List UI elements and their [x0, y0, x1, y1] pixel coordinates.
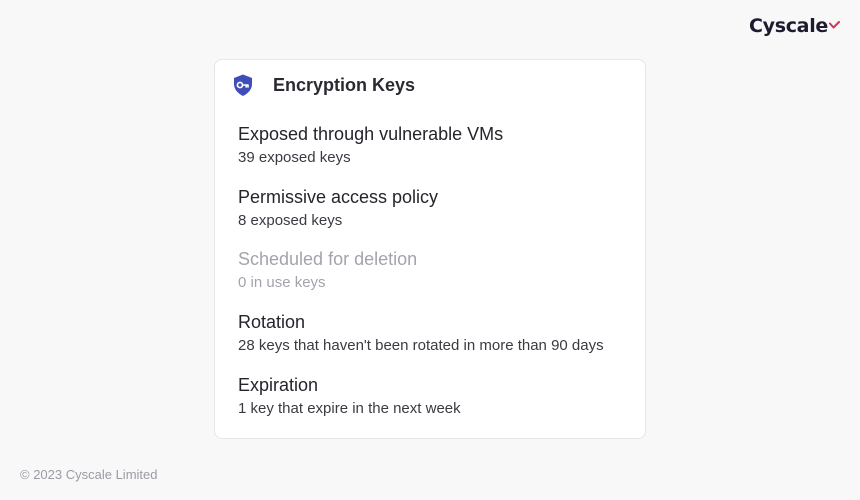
list-item-permissive-policy[interactable]: Permissive access policy 8 exposed keys: [238, 186, 629, 230]
card-title: Encryption Keys: [273, 74, 416, 95]
list-item-scheduled-deletion: Scheduled for deletion 0 in use keys: [238, 248, 629, 292]
item-title: Rotation: [238, 312, 306, 332]
item-title: Permissive access policy: [238, 187, 439, 207]
footer-copyright: © 2023 Cyscale Limited: [20, 467, 158, 482]
item-title: Expiration: [238, 375, 319, 395]
logo-text: Cyscale: [748, 15, 828, 37]
item-subtitle: 0 in use keys: [238, 274, 326, 291]
item-subtitle: 39 exposed keys: [238, 149, 351, 166]
item-subtitle: 1 key that expire in the next week: [238, 400, 461, 417]
card-header: Encryption Keys: [231, 72, 629, 98]
item-title: Exposed through vulnerable VMs: [238, 124, 504, 144]
item-title: Scheduled for deletion: [238, 249, 418, 269]
item-subtitle: 8 exposed keys: [238, 212, 343, 229]
item-subtitle: 28 keys that haven't been rotated in mor…: [238, 337, 604, 354]
cyscale-logo[interactable]: Cyscale: [749, 12, 840, 40]
encryption-keys-card: Encryption Keys Exposed through vulnerab…: [214, 59, 646, 439]
list-item-rotation[interactable]: Rotation 28 keys that haven't been rotat…: [238, 311, 629, 355]
list-item-vulnerable-vms[interactable]: Exposed through vulnerable VMs 39 expose…: [238, 123, 629, 167]
list-item-expiration[interactable]: Expiration 1 key that expire in the next…: [238, 374, 629, 418]
shield-key-icon: [231, 73, 255, 97]
checkmark-icon: [829, 17, 840, 35]
